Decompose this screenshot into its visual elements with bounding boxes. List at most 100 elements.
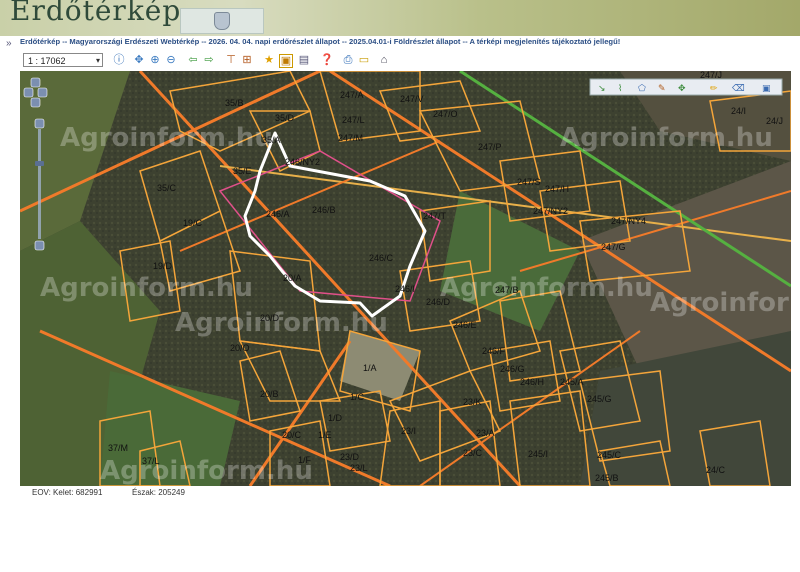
parcel-label: 20/A [283, 273, 302, 283]
parcel-label: 35/C [157, 183, 177, 193]
scale-select[interactable]: 1 : 17062 ▾ [23, 53, 103, 67]
parcel-label: 245/I [528, 449, 548, 459]
parcel-label: 246/I [395, 284, 415, 294]
folder-icon[interactable]: ▭ [358, 54, 370, 66]
measure-icon[interactable]: ⊤ [225, 54, 237, 66]
parcel-label: 19/D [153, 261, 173, 271]
select-icon[interactable]: ▣ [279, 54, 293, 68]
parcel-label: 20/O [230, 343, 250, 353]
parcel-label: 35/A [262, 135, 281, 145]
zoom-plus-icon[interactable] [34, 118, 45, 129]
parcel-label: 35/B [225, 98, 244, 108]
parcel-label: 246/D [426, 297, 451, 307]
map-toolbar: 1 : 17062 ▾ ⓘ ✥ ⊕ ⊖ ⇦ ⇨ ⊤ ⊞ ★ ▣ ▤ ❓ ⎙ ▭ … [20, 53, 800, 70]
eraser-icon[interactable]: ⌫ [731, 84, 745, 94]
parcel-label: 35/D [275, 113, 295, 123]
parcel-label: 247/T [423, 211, 447, 221]
parcel-label: 23/L [350, 463, 368, 473]
draw-polygon-icon[interactable]: ⬠ [638, 83, 646, 94]
parcel-label: 247/B [495, 285, 519, 295]
parcel-label: 246/C [369, 253, 394, 263]
info-icon[interactable]: ⓘ [113, 54, 125, 66]
watermark: Agroinform.hu [100, 456, 313, 486]
edit-shape-icon[interactable]: ✎ [658, 84, 666, 94]
status-bar: EOV: Kelet: 682991 Észak: 205249 [20, 486, 791, 499]
watermark: Agroinform.hu [560, 123, 773, 153]
parcel-label: 1/E [318, 430, 332, 440]
parcel-label: 247/P [478, 142, 502, 152]
parcel-label: 246/G [500, 364, 525, 374]
parcel-label: 247/G [601, 242, 626, 252]
watermark: Agroinform.hu [40, 273, 253, 303]
move-icon[interactable]: ✥ [678, 84, 686, 94]
parcel-label: 247/H [545, 184, 569, 194]
zoom-minus-icon[interactable] [34, 240, 45, 251]
print-icon[interactable]: ⎙ [342, 54, 354, 66]
parcel-label: 1/A [363, 363, 377, 373]
zoom-out-icon[interactable]: ⊖ [165, 54, 177, 66]
parcel-label: 24/C [706, 465, 726, 475]
pan-left-icon[interactable] [23, 87, 34, 98]
parcel-label: 246/H [520, 377, 544, 387]
app-header: Erdőtérkép [0, 0, 800, 36]
parcel-label: 246/E [453, 320, 477, 330]
zoom-slider-handle[interactable] [35, 161, 44, 166]
draw-line-icon[interactable]: ⌇ [618, 83, 622, 94]
parcel-label: 24/J [766, 116, 783, 126]
layer-switch-icon[interactable]: ▣ [762, 84, 771, 94]
parcel-label: 35/E [233, 166, 252, 176]
expand-menu-icon[interactable]: » [6, 38, 12, 49]
zoom-in-icon[interactable]: ⊕ [149, 54, 161, 66]
star-icon[interactable]: ★ [263, 54, 275, 66]
watermark: Agroinform.hu [440, 273, 653, 303]
parcel-label: 1/C [350, 392, 365, 402]
map-canvas[interactable]: Agroinform.hu Agroinform.hu Agroinform.h… [20, 71, 791, 486]
parcel-label: 23/K [463, 397, 482, 407]
layers-icon[interactable]: ▤ [298, 54, 310, 66]
parcel-label: 246/A [266, 209, 290, 219]
parcel-label: 246/F [482, 346, 506, 356]
zoom-slider-track[interactable] [38, 129, 41, 239]
parcel-label: 246/NY2 [285, 157, 320, 167]
pan-down-icon[interactable] [30, 97, 41, 108]
parcel-label: 23/D [340, 452, 360, 462]
pan-icon[interactable]: ✥ [133, 54, 145, 66]
parcel-label: 24/I [731, 106, 746, 116]
parcel-label: 246/B [312, 205, 336, 215]
pan-right-icon[interactable] [37, 87, 48, 98]
map-view[interactable]: Agroinform.hu Agroinform.hu Agroinform.h… [20, 71, 791, 486]
parcel-label: 245/B [595, 473, 619, 483]
area-measure-icon[interactable]: ⊞ [241, 54, 253, 66]
parcel-label: 247/V [400, 94, 424, 104]
parcel-label: 19/C [183, 218, 203, 228]
parcel-label: 23/I [401, 426, 416, 436]
help-icon[interactable]: ❓ [320, 54, 334, 66]
chevron-down-icon: ▾ [95, 56, 100, 65]
parcel-label: 245/A [560, 377, 584, 387]
building-icon[interactable]: ⌂ [378, 54, 390, 66]
watermark: Agroinform.hu [650, 288, 791, 318]
parcel-label: 247/NY2 [533, 206, 568, 216]
parcel-label: 245/G [587, 394, 612, 404]
parcel-label: 20/B [260, 389, 279, 399]
parcel-label: 247/O [433, 109, 458, 119]
app-logo: Erdőtérkép [10, 0, 182, 27]
parcel-label: 20/C [282, 430, 302, 440]
coat-of-arms-icon [214, 12, 230, 30]
scale-value: 1 : 17062 [28, 56, 66, 66]
watermark: Agroinform.hu [60, 123, 273, 153]
parcel-label: 245/C [597, 450, 622, 460]
parcel-label: 20/D [260, 313, 280, 323]
parcel-label: 1/F [298, 455, 312, 465]
parcel-label: 247/L [342, 115, 365, 125]
page-title: Erdőtérkép -- Magyarországi Erdészeti We… [20, 37, 621, 46]
pencil-icon[interactable]: ✏ [710, 84, 718, 94]
draw-point-icon[interactable]: ↘ [598, 84, 606, 94]
parcel-label: 247/M [338, 133, 363, 143]
parcel-label: 23/C [463, 448, 483, 458]
parcel-label: 1/D [328, 413, 343, 423]
forward-arrow-icon[interactable]: ⇨ [203, 54, 215, 66]
pan-up-icon[interactable] [30, 77, 41, 88]
back-arrow-icon[interactable]: ⇦ [187, 54, 199, 66]
coord-east: EOV: Kelet: 682991 [32, 488, 103, 497]
